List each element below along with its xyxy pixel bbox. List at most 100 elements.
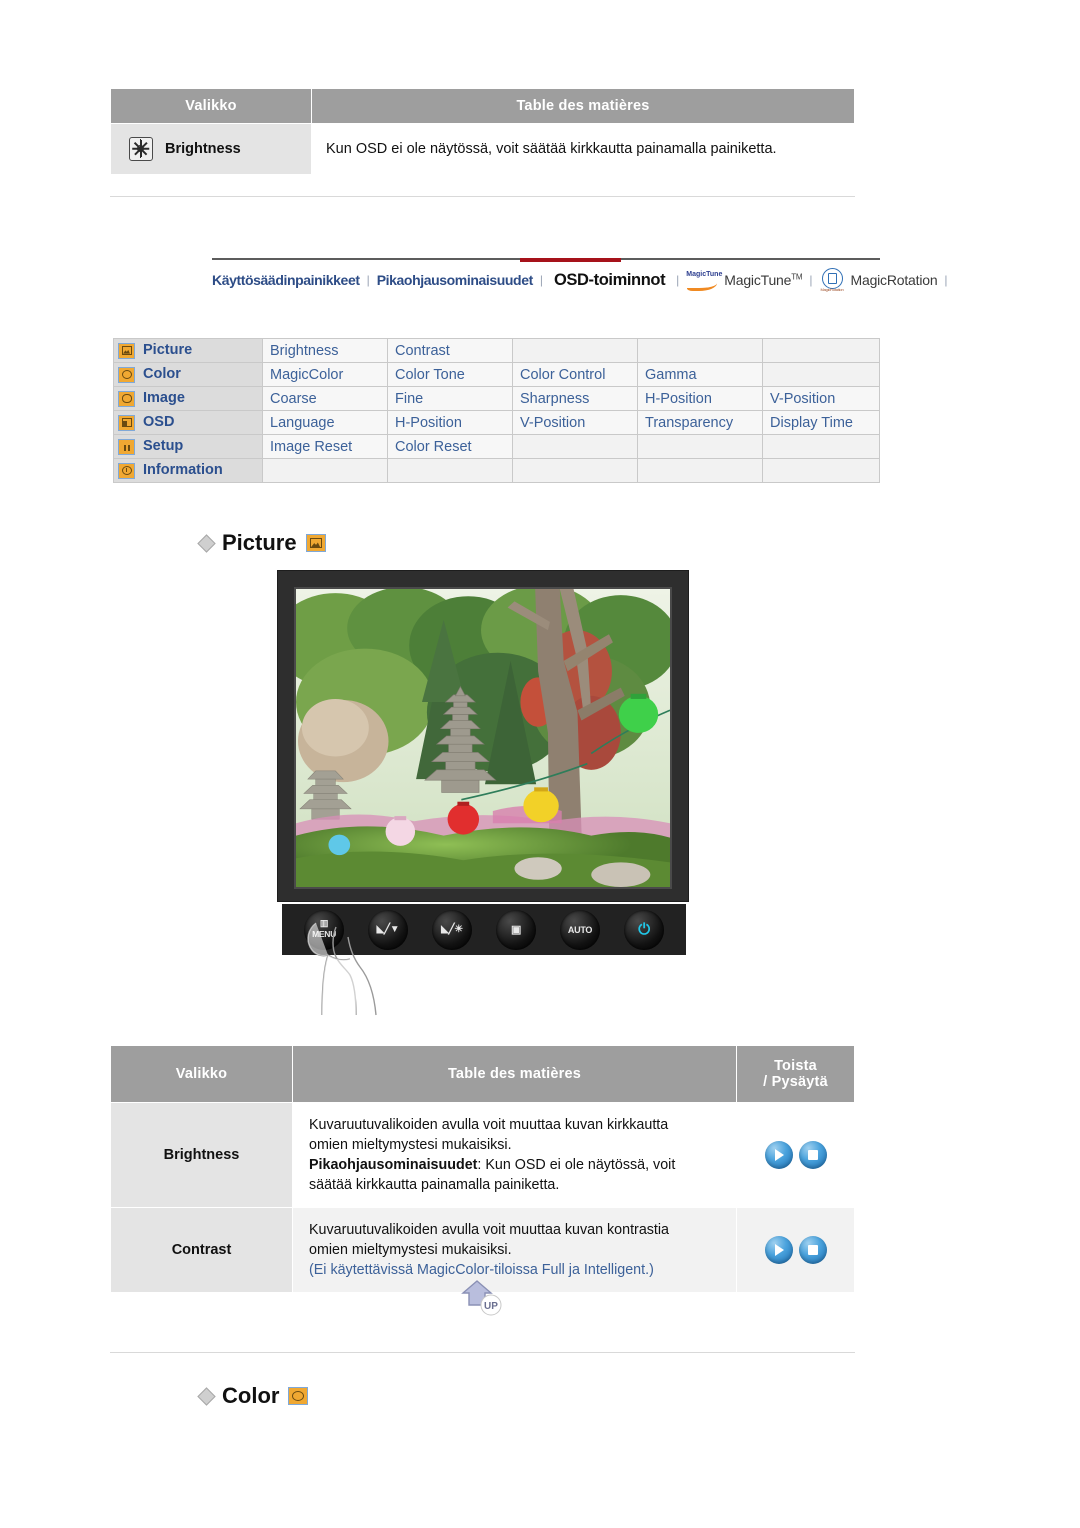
row-menu-label: Brightness — [110, 1102, 293, 1208]
desc-line-2: omien mieltymystesi mukaisiksi. — [309, 1242, 512, 1258]
desc-line-4: säätää kirkkautta painamalla painiketta. — [309, 1177, 560, 1193]
menu-row-osd: OSD Language H-Position V-Position Trans… — [114, 411, 879, 434]
stop-button[interactable] — [798, 1236, 827, 1264]
menu-button[interactable]: ▥ MENU — [304, 909, 344, 950]
menu-item[interactable]: Fine — [388, 387, 512, 410]
play-button[interactable] — [764, 1141, 793, 1169]
magicrotation-logo-icon: MagicRotation — [820, 268, 846, 292]
enter-button[interactable]: ▣ — [496, 909, 536, 950]
monitor-screen — [294, 587, 672, 889]
diamond-bullet-icon — [197, 533, 216, 553]
enter-glyph-icon: ▣ — [510, 924, 522, 936]
up-button[interactable]: UP — [457, 1279, 509, 1317]
navbar-active-marker — [520, 258, 621, 262]
menu-row-picture: Picture Brightness Contrast — [114, 339, 879, 362]
menu-item[interactable]: Color Control — [513, 363, 637, 386]
brightness-sun-icon — [129, 137, 153, 161]
stop-button[interactable] — [798, 1141, 827, 1169]
menu-group-image[interactable]: Image — [114, 387, 262, 410]
garden-photo — [296, 589, 670, 887]
nav-separator: | — [539, 273, 543, 287]
menu-group-label: Picture — [143, 342, 193, 359]
down-arrow-icon: ◣╱▼ — [376, 924, 400, 935]
menu-item-empty — [638, 435, 762, 458]
monitor-control-bar: ▥ MENU ◣╱▼ ◣╱☀ ▣ AUTO ⏻ — [282, 904, 686, 955]
menu-item-empty — [513, 435, 637, 458]
brightness-button[interactable]: ◣╱☀ — [432, 909, 472, 950]
header-valikko: Valikko — [110, 88, 312, 124]
menu-item[interactable]: H-Position — [388, 411, 512, 434]
color-icon — [118, 366, 135, 383]
nav-item-pikaohjausominaisuudet[interactable]: Pikaohjausominaisuudet — [377, 272, 534, 288]
image-icon — [118, 390, 135, 407]
nav-item-magictune-label: MagicTune — [724, 272, 792, 288]
menu-item[interactable]: MagicColor — [263, 363, 387, 386]
picture-icon — [118, 342, 135, 359]
row-description: Kun OSD ei ole näytössä, voit säätää kir… — [311, 123, 855, 175]
nav-item-osd-toiminnot[interactable]: OSD-toiminnot — [554, 271, 666, 290]
menu-item-empty — [638, 339, 762, 362]
section-navbar: Käyttösäädinpainikkeet | Pikaohjausomina… — [212, 258, 948, 298]
header-table-des-matieres: Table des matières — [292, 1045, 737, 1103]
menu-item-empty — [763, 435, 879, 458]
menu-item[interactable]: Image Reset — [263, 435, 387, 458]
menu-item-empty — [263, 459, 387, 482]
setup-icon — [118, 438, 135, 455]
nav-item-magictune[interactable]: MagicTuneTM — [724, 272, 802, 288]
menu-item[interactable]: Display Time — [763, 411, 879, 434]
play-button[interactable] — [764, 1236, 793, 1264]
menu-item-empty — [763, 459, 879, 482]
menu-item[interactable]: Sharpness — [513, 387, 637, 410]
up-button-label: UP — [484, 1301, 498, 1312]
menu-item-empty — [513, 339, 637, 362]
nav-separator: | — [809, 273, 813, 287]
menu-item-empty — [513, 459, 637, 482]
menu-group-label: OSD — [143, 414, 175, 431]
header-toista-pysayta: Toista / Pysäytä — [736, 1045, 855, 1103]
menu-row-information: Information — [114, 459, 879, 482]
menu-group-setup[interactable]: Setup — [114, 435, 262, 458]
navbar-links: Käyttösäädinpainikkeet | Pikaohjausomina… — [212, 267, 955, 293]
menu-item-empty — [638, 459, 762, 482]
nav-separator: | — [676, 273, 680, 287]
menu-group-osd[interactable]: OSD — [114, 411, 262, 434]
menu-item[interactable]: Coarse — [263, 387, 387, 410]
desc-note: (Ei käytettävissä MagicColor-tiloissa Fu… — [309, 1262, 654, 1278]
menu-item[interactable]: V-Position — [763, 387, 879, 410]
nav-item-kayttosaadinpainikkeet[interactable]: Käyttösäädinpainikkeet — [212, 272, 360, 288]
menu-row-setup: Setup Image Reset Color Reset — [114, 435, 879, 458]
nav-item-magicrotation[interactable]: MagicRotation — [851, 272, 938, 288]
menu-item-empty — [763, 339, 879, 362]
table-header-row: Valikko Table des matières — [110, 88, 855, 124]
menu-item[interactable]: Contrast — [388, 339, 512, 362]
down-up-button[interactable]: ◣╱▼ — [368, 909, 408, 950]
section-title: Color — [222, 1383, 280, 1408]
auto-button[interactable]: AUTO — [560, 909, 600, 950]
menu-item[interactable]: Language — [263, 411, 387, 434]
row-description: Kuvaruutuvalikoiden avulla voit muuttaa … — [292, 1102, 737, 1208]
menu-item-empty — [763, 363, 879, 386]
menu-glyph-icon: ▥ — [319, 917, 329, 928]
header-toista-line1: Toista — [774, 1058, 817, 1074]
row-description: Kuvaruutuvalikoiden avulla voit muuttaa … — [292, 1207, 737, 1293]
menu-item[interactable]: H-Position — [638, 387, 762, 410]
desc-line-2: omien mieltymystesi mukaisiksi. — [309, 1137, 512, 1153]
menu-item[interactable]: V-Position — [513, 411, 637, 434]
picture-section-heading: Picture — [197, 530, 326, 556]
menu-group-label: Color — [143, 366, 181, 383]
nav-item-magictune-sup: TM — [791, 272, 803, 282]
menu-group-picture[interactable]: Picture — [114, 339, 262, 362]
menu-group-information[interactable]: Information — [114, 459, 262, 482]
desc-line-1: Kuvaruutuvalikoiden avulla voit muuttaa … — [309, 1222, 670, 1238]
power-button[interactable]: ⏻ — [624, 909, 664, 950]
menu-item[interactable]: Gamma — [638, 363, 762, 386]
picture-detail-table: Valikko Table des matières Toista / Pysä… — [110, 1045, 855, 1293]
menu-group-color[interactable]: Color — [114, 363, 262, 386]
row-menu-label: Brightness — [165, 140, 241, 157]
menu-item[interactable]: Color Tone — [388, 363, 512, 386]
menu-item[interactable]: Color Reset — [388, 435, 512, 458]
menu-item[interactable]: Transparency — [638, 411, 762, 434]
desc-line-1: Kuvaruutuvalikoiden avulla voit muuttaa … — [309, 1117, 669, 1133]
menu-item[interactable]: Brightness — [263, 339, 387, 362]
monitor-illustration — [277, 570, 689, 902]
